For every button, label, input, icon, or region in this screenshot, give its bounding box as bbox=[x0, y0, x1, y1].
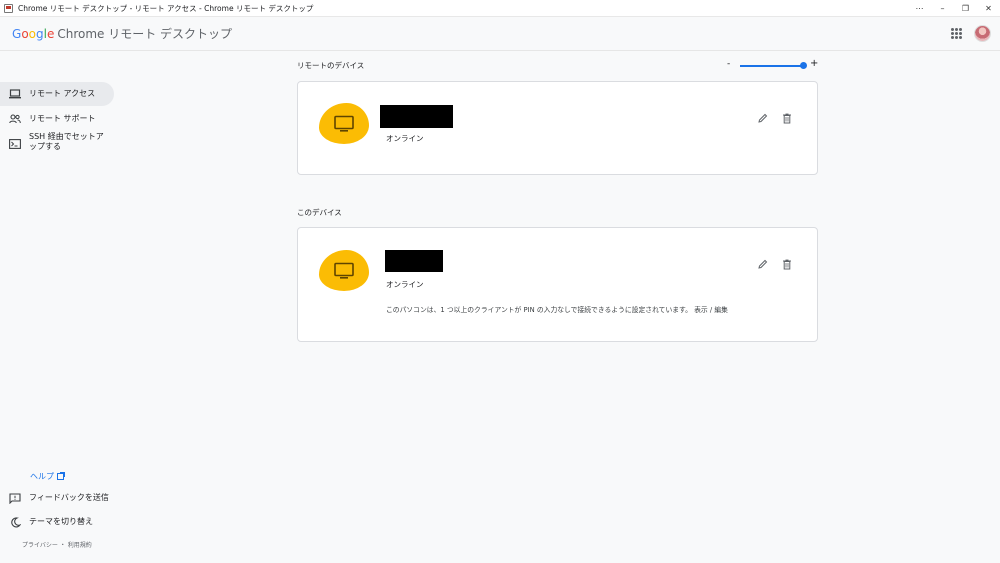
close-button[interactable]: ✕ bbox=[977, 0, 1000, 17]
account-avatar[interactable] bbox=[974, 25, 991, 42]
device-icon-badge bbox=[319, 250, 369, 291]
logo-letter: e bbox=[46, 27, 55, 41]
sidebar-item-label: SSH 経由でセットア ップする bbox=[29, 132, 104, 152]
product-name: Chrome リモート デスクトップ bbox=[57, 27, 233, 41]
monitor-icon bbox=[334, 262, 354, 279]
sidebar-item-remote-support[interactable]: リモート サポート bbox=[0, 107, 96, 131]
sidebar-item-feedback[interactable]: フィードバックを送信 bbox=[0, 486, 109, 510]
this-device-title: このデバイス bbox=[297, 208, 342, 217]
logo-letter: g bbox=[36, 27, 44, 41]
device-status: オンライン bbox=[386, 280, 424, 289]
delete-icon[interactable] bbox=[781, 112, 793, 124]
moon-icon bbox=[8, 515, 22, 529]
more-icon[interactable]: ⋯ bbox=[908, 0, 931, 17]
apps-grid-icon[interactable] bbox=[951, 28, 962, 39]
sidebar-item-label: フィードバックを送信 bbox=[29, 493, 109, 502]
sidebar-item-theme[interactable]: テーマを切り替え bbox=[0, 510, 93, 534]
external-link-icon bbox=[57, 472, 65, 480]
this-device-card[interactable]: オンライン このパソコンは、1 つ以上のクライアントが PIN の入力なしで接続… bbox=[297, 227, 818, 342]
minimize-button[interactable]: – bbox=[931, 0, 954, 17]
app-icon bbox=[4, 3, 13, 13]
app-logo[interactable]: Google Chrome リモート デスクトップ bbox=[12, 25, 232, 42]
sidebar-item-label-line: ップする bbox=[29, 142, 61, 151]
device-icon-badge bbox=[319, 103, 369, 144]
logo-letter: o bbox=[28, 27, 36, 41]
pin-settings-note: このパソコンは、1 つ以上のクライアントが PIN の入力なしで接続できるように… bbox=[386, 304, 728, 314]
device-status: オンライン bbox=[386, 134, 424, 143]
footer-links[interactable]: プライバシー ・ 利用規約 bbox=[22, 540, 92, 549]
device-name-redacted bbox=[385, 250, 443, 272]
sidebar-item-label: リモート アクセス bbox=[29, 89, 96, 98]
window-title-bar: Chrome リモート デスクトップ - リモート アクセス - Chrome … bbox=[0, 0, 1000, 17]
people-icon bbox=[8, 112, 22, 126]
terminal-icon bbox=[8, 137, 22, 151]
remote-devices-title: リモートのデバイス bbox=[297, 61, 365, 70]
pin-settings-link[interactable]: 表示 / 編集 bbox=[694, 306, 728, 314]
edit-icon[interactable] bbox=[757, 112, 769, 124]
restore-button[interactable]: ❐ bbox=[954, 0, 977, 17]
monitor-icon bbox=[334, 115, 354, 132]
edit-icon[interactable] bbox=[757, 258, 769, 270]
pin-note-text: このパソコンは、1 つ以上のクライアントが PIN の入力なしで接続できるように… bbox=[386, 306, 692, 314]
app-header: Google Chrome リモート デスクトップ bbox=[0, 17, 1000, 51]
logo-letter: G bbox=[12, 27, 22, 41]
sidebar-item-remote-access[interactable]: リモート アクセス bbox=[0, 82, 114, 106]
zoom-track[interactable] bbox=[740, 65, 803, 67]
zoom-handle[interactable] bbox=[800, 62, 807, 69]
sidebar-item-label: テーマを切り替え bbox=[29, 517, 93, 526]
delete-icon[interactable] bbox=[781, 258, 793, 270]
sidebar-item-label-line: SSH 経由でセットア bbox=[29, 132, 104, 141]
zoom-in-button[interactable]: + bbox=[810, 58, 818, 69]
sidebar-item-label: リモート サポート bbox=[29, 114, 96, 123]
help-label: ヘルプ bbox=[30, 472, 54, 481]
remote-device-card[interactable]: オンライン bbox=[297, 81, 818, 175]
window-title: Chrome リモート デスクトップ - リモート アクセス - Chrome … bbox=[18, 3, 314, 13]
window-controls: ⋯ – ❐ ✕ bbox=[908, 0, 1000, 17]
sidebar-item-ssh-setup[interactable]: SSH 経由でセットア ップする bbox=[0, 132, 104, 156]
logo-letter: o bbox=[21, 27, 29, 41]
feedback-icon bbox=[8, 491, 22, 505]
laptop-icon bbox=[8, 87, 22, 101]
zoom-out-button[interactable]: - bbox=[727, 59, 730, 69]
zoom-slider[interactable]: - + bbox=[726, 58, 820, 71]
help-link[interactable]: ヘルプ bbox=[30, 471, 65, 482]
device-name-redacted bbox=[380, 105, 453, 128]
